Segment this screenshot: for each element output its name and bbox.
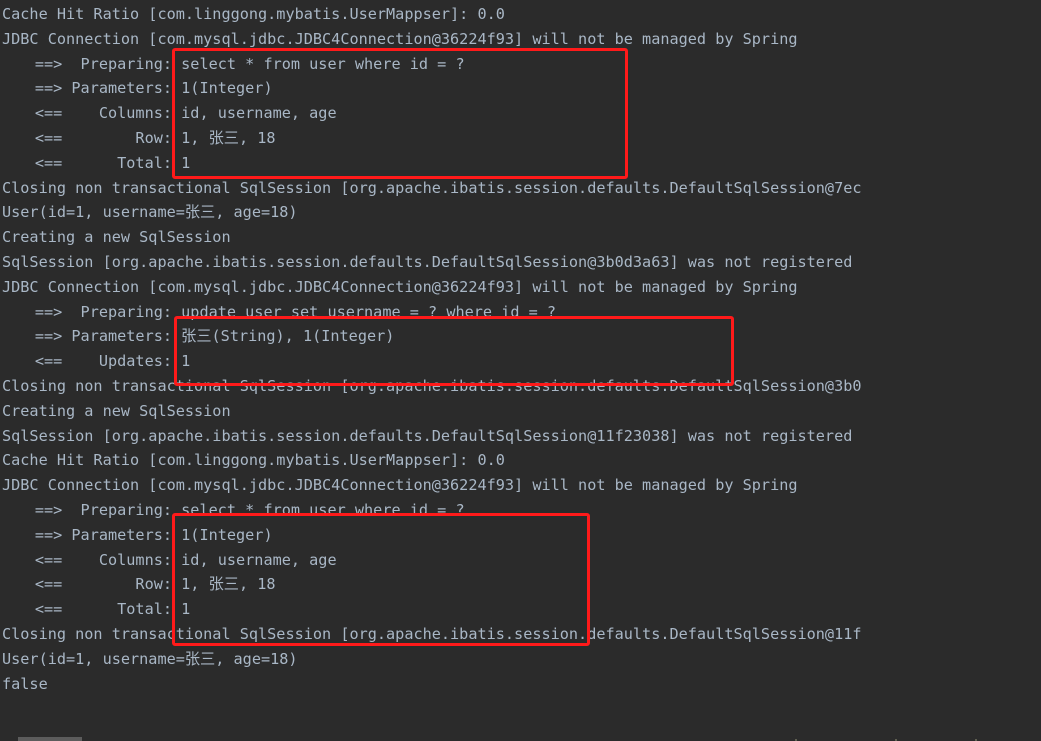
- log-line-value: 1(Integer): [181, 525, 273, 544]
- log-line-value: 1, 张三, 18: [181, 128, 276, 147]
- log-line-text: Closing non transactional SqlSession [or…: [2, 178, 862, 197]
- log-line: SqlSession [org.apache.ibatis.session.de…: [0, 250, 1041, 275]
- log-line: JDBC Connection [com.mysql.jdbc.JDBC4Con…: [0, 473, 1041, 498]
- log-line-text: User(id=1, username=张三, age=18): [2, 649, 298, 668]
- log-line-label: <== Row:: [34, 128, 172, 147]
- log-line-label: ==> Parameters:: [34, 79, 172, 98]
- log-line: <== Updates: 1: [0, 349, 1041, 374]
- log-line: Closing non transactional SqlSession [or…: [0, 176, 1041, 201]
- log-line-label: <== Columns:: [34, 550, 172, 569]
- log-line: ==> Preparing: update user set username …: [0, 300, 1041, 325]
- log-line: User(id=1, username=张三, age=18): [0, 647, 1041, 672]
- log-line-label: <== Total:: [34, 153, 172, 172]
- log-line-text: JDBC Connection [com.mysql.jdbc.JDBC4Con…: [2, 476, 798, 495]
- log-line-label: <== Total:: [34, 600, 172, 619]
- log-line-label: ==> Preparing:: [34, 500, 172, 519]
- log-line-label: <== Row:: [34, 575, 172, 594]
- log-line-value: 1: [181, 352, 191, 371]
- log-line-text: Cache Hit Ratio [com.linggong.mybatis.Us…: [2, 5, 505, 23]
- log-line-label: ==> Preparing:: [34, 54, 172, 73]
- log-line: ==> Preparing: select * from user where …: [0, 52, 1041, 77]
- log-line-text: Closing non transactional SqlSession [or…: [2, 624, 862, 643]
- log-line: Closing non transactional SqlSession [or…: [0, 622, 1041, 647]
- log-line-value: select * from user where id = ?: [181, 54, 465, 73]
- log-line-value: 1, 张三, 18: [181, 575, 276, 594]
- log-line: ==> Preparing: select * from user where …: [0, 498, 1041, 523]
- log-line-label: ==> Parameters:: [34, 327, 172, 346]
- log-line: User(id=1, username=张三, age=18): [0, 200, 1041, 225]
- log-line-text: Closing non transactional SqlSession [or…: [2, 376, 862, 395]
- log-line-value: select * from user where id = ?: [181, 500, 465, 519]
- log-line: ==> Parameters: 张三(String), 1(Integer): [0, 324, 1041, 349]
- bottom-window-chrome-strip: [0, 737, 1041, 741]
- log-line-text: JDBC Connection [com.mysql.jdbc.JDBC4Con…: [2, 277, 798, 296]
- log-line: Closing non transactional SqlSession [or…: [0, 374, 1041, 399]
- log-line: Creating a new SqlSession: [0, 399, 1041, 424]
- log-line-value: id, username, age: [181, 550, 337, 569]
- log-line-text: false: [2, 674, 48, 693]
- log-line: <== Total: 1: [0, 151, 1041, 176]
- log-line: <== Columns: id, username, age: [0, 101, 1041, 126]
- log-line-value: update user set username = ? where id = …: [181, 302, 557, 321]
- log-line-text: SqlSession [org.apache.ibatis.session.de…: [2, 252, 853, 271]
- log-line: false: [0, 672, 1041, 697]
- log-line: Creating a new SqlSession: [0, 225, 1041, 250]
- log-line: ==> Parameters: 1(Integer): [0, 523, 1041, 548]
- log-line-text: Cache Hit Ratio [com.linggong.mybatis.Us…: [2, 451, 505, 470]
- log-line-text: Creating a new SqlSession: [2, 228, 231, 247]
- log-line-value: 1(Integer): [181, 79, 273, 98]
- log-line-text: JDBC Connection [com.mysql.jdbc.JDBC4Con…: [2, 29, 798, 48]
- log-line-label: ==> Parameters:: [34, 525, 172, 544]
- log-lines-container: Cache Hit Ratio [com.linggong.mybatis.Us…: [0, 2, 1041, 696]
- log-line-value: 1: [181, 600, 191, 619]
- log-line: JDBC Connection [com.mysql.jdbc.JDBC4Con…: [0, 275, 1041, 300]
- log-line-label: ==> Preparing:: [34, 302, 172, 321]
- log-line-value: id, username, age: [181, 104, 337, 123]
- log-line-value: 1: [181, 153, 191, 172]
- log-line: <== Row: 1, 张三, 18: [0, 572, 1041, 597]
- log-line-text: SqlSession [org.apache.ibatis.session.de…: [2, 426, 853, 445]
- log-line: <== Columns: id, username, age: [0, 548, 1041, 573]
- log-line: SqlSession [org.apache.ibatis.session.de…: [0, 424, 1041, 449]
- log-line: ==> Parameters: 1(Integer): [0, 76, 1041, 101]
- log-line-label: <== Updates:: [34, 352, 172, 371]
- log-line: <== Row: 1, 张三, 18: [0, 126, 1041, 151]
- log-line-value: 张三(String), 1(Integer): [181, 327, 395, 346]
- log-line: Cache Hit Ratio [com.linggong.mybatis.Us…: [0, 448, 1041, 473]
- log-line-text: User(id=1, username=张三, age=18): [2, 203, 298, 222]
- bottom-chrome-chip: [18, 737, 82, 741]
- log-line: JDBC Connection [com.mysql.jdbc.JDBC4Con…: [0, 27, 1041, 52]
- log-line: <== Total: 1: [0, 597, 1041, 622]
- log-line-label: <== Columns:: [34, 104, 172, 123]
- log-line-text: Creating a new SqlSession: [2, 401, 231, 420]
- log-line: Cache Hit Ratio [com.linggong.mybatis.Us…: [0, 2, 1041, 27]
- console-output-panel[interactable]: Cache Hit Ratio [com.linggong.mybatis.Us…: [0, 0, 1041, 741]
